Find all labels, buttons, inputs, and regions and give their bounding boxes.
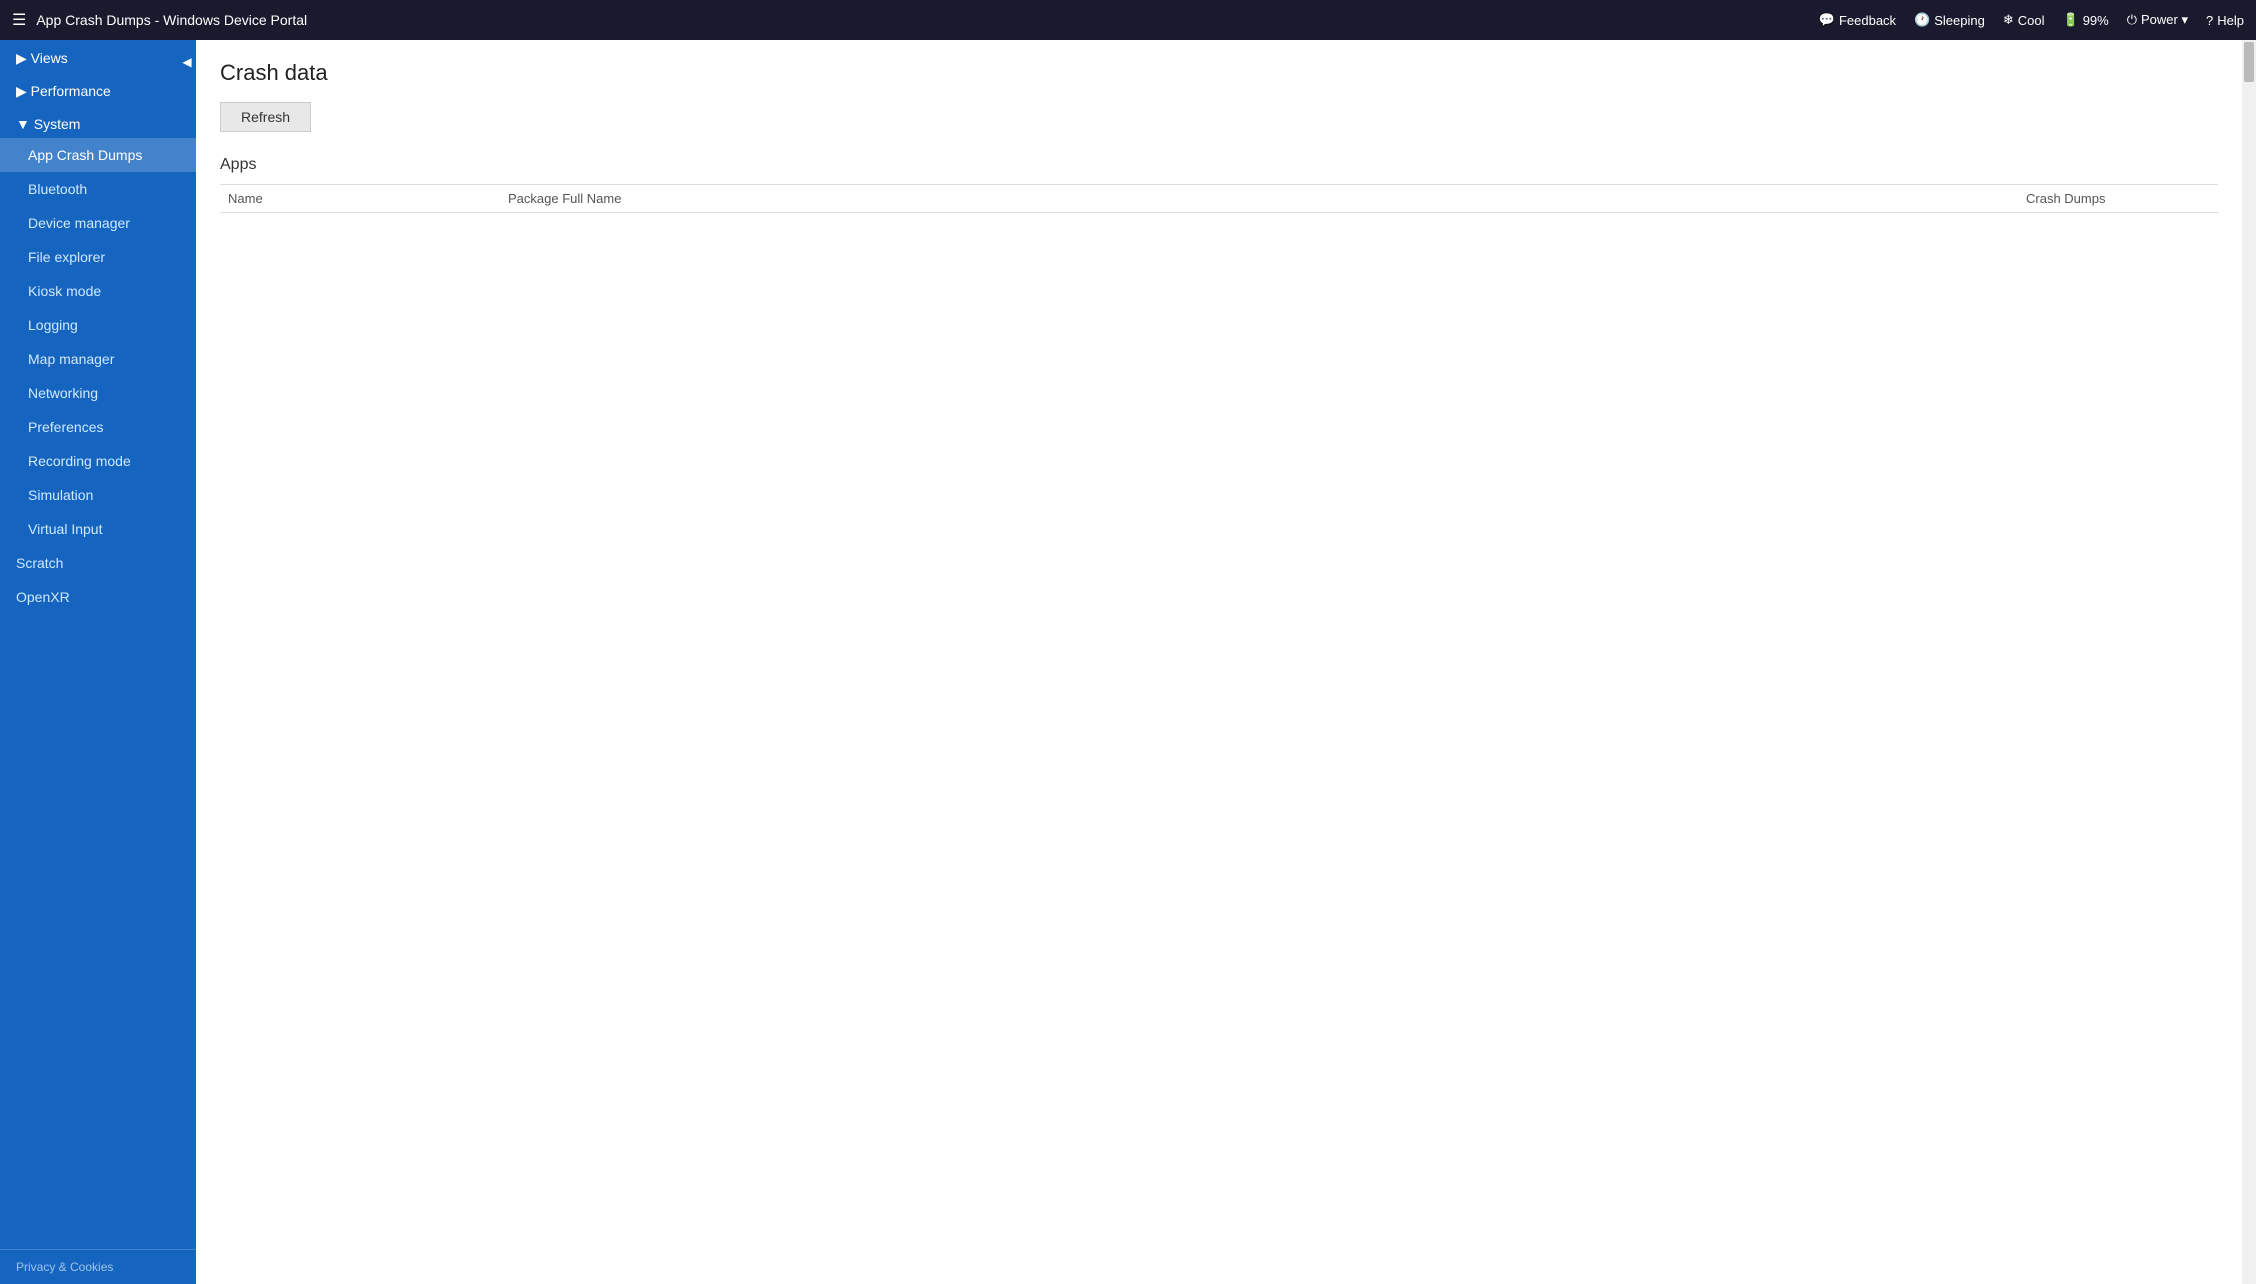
column-header-package: Package Full Name [500, 191, 2018, 206]
titlebar: ☰ App Crash Dumps - Windows Device Porta… [0, 0, 2256, 40]
sidebar-item-map-manager[interactable]: Map manager [0, 342, 196, 376]
sidebar-item-recording-mode[interactable]: Recording mode [0, 444, 196, 478]
sidebar-item-logging[interactable]: Logging [0, 308, 196, 342]
privacy-cookies-link[interactable]: Privacy & Cookies [0, 1249, 196, 1284]
sidebar-item-file-explorer[interactable]: File explorer [0, 240, 196, 274]
cool-status[interactable]: ❄ Cool [2003, 12, 2045, 28]
battery-icon: 🔋 [2063, 12, 2079, 28]
table-header: Name Package Full Name Crash Dumps [220, 185, 2218, 213]
main-layout: ◀ ▶ Views ▶ Performance ▼ System App Cra… [0, 40, 2256, 1284]
sidebar-section-performance[interactable]: ▶ Performance [0, 73, 196, 106]
scrollbar[interactable] [2242, 40, 2256, 1284]
sidebar-item-openxr[interactable]: OpenXR [0, 580, 196, 614]
crash-data-table: Name Package Full Name Crash Dumps [220, 184, 2218, 213]
feedback-icon: 💬 [1819, 12, 1835, 28]
power-button[interactable]: ⏻ Power ▾ [2127, 12, 2188, 28]
sleeping-icon: 🕐 [1914, 12, 1930, 28]
sidebar-item-bluetooth[interactable]: Bluetooth [0, 172, 196, 206]
column-header-crashes: Crash Dumps [2018, 191, 2218, 206]
hamburger-icon[interactable]: ☰ [12, 10, 26, 30]
temperature-icon: ❄ [2003, 12, 2014, 28]
power-icon: ⏻ [2127, 12, 2137, 28]
sidebar-collapse-button[interactable]: ◀ [177, 48, 196, 76]
feedback-button[interactable]: 💬 Feedback [1819, 12, 1896, 28]
column-header-name: Name [220, 191, 500, 206]
sidebar-item-app-crash-dumps[interactable]: App Crash Dumps [0, 138, 196, 172]
apps-section-title: Apps [220, 156, 2218, 174]
sidebar-item-networking[interactable]: Networking [0, 376, 196, 410]
sidebar-item-kiosk-mode[interactable]: Kiosk mode [0, 274, 196, 308]
help-icon: ? [2206, 13, 2213, 28]
titlebar-title: App Crash Dumps - Windows Device Portal [36, 12, 307, 28]
sidebar-item-simulation[interactable]: Simulation [0, 478, 196, 512]
scrollbar-thumb[interactable] [2244, 42, 2254, 82]
titlebar-left: ☰ App Crash Dumps - Windows Device Porta… [12, 10, 307, 30]
sidebar: ◀ ▶ Views ▶ Performance ▼ System App Cra… [0, 40, 196, 1284]
content-area: Crash data Refresh Apps Name Package Ful… [196, 40, 2242, 1284]
help-button[interactable]: ? Help [2206, 13, 2244, 28]
titlebar-right: 💬 Feedback 🕐 Sleeping ❄ Cool 🔋 99% ⏻ Pow… [1819, 12, 2244, 28]
battery-status[interactable]: 🔋 99% [2063, 12, 2109, 28]
sidebar-item-scratch[interactable]: Scratch [0, 546, 196, 580]
sidebar-item-device-manager[interactable]: Device manager [0, 206, 196, 240]
page-title: Crash data [220, 60, 2218, 86]
sidebar-section-views[interactable]: ▶ Views [0, 40, 196, 73]
sleeping-status[interactable]: 🕐 Sleeping [1914, 12, 1985, 28]
sidebar-section-system[interactable]: ▼ System [0, 106, 196, 138]
sidebar-item-virtual-input[interactable]: Virtual Input [0, 512, 196, 546]
sidebar-item-preferences[interactable]: Preferences [0, 410, 196, 444]
refresh-button[interactable]: Refresh [220, 102, 311, 132]
